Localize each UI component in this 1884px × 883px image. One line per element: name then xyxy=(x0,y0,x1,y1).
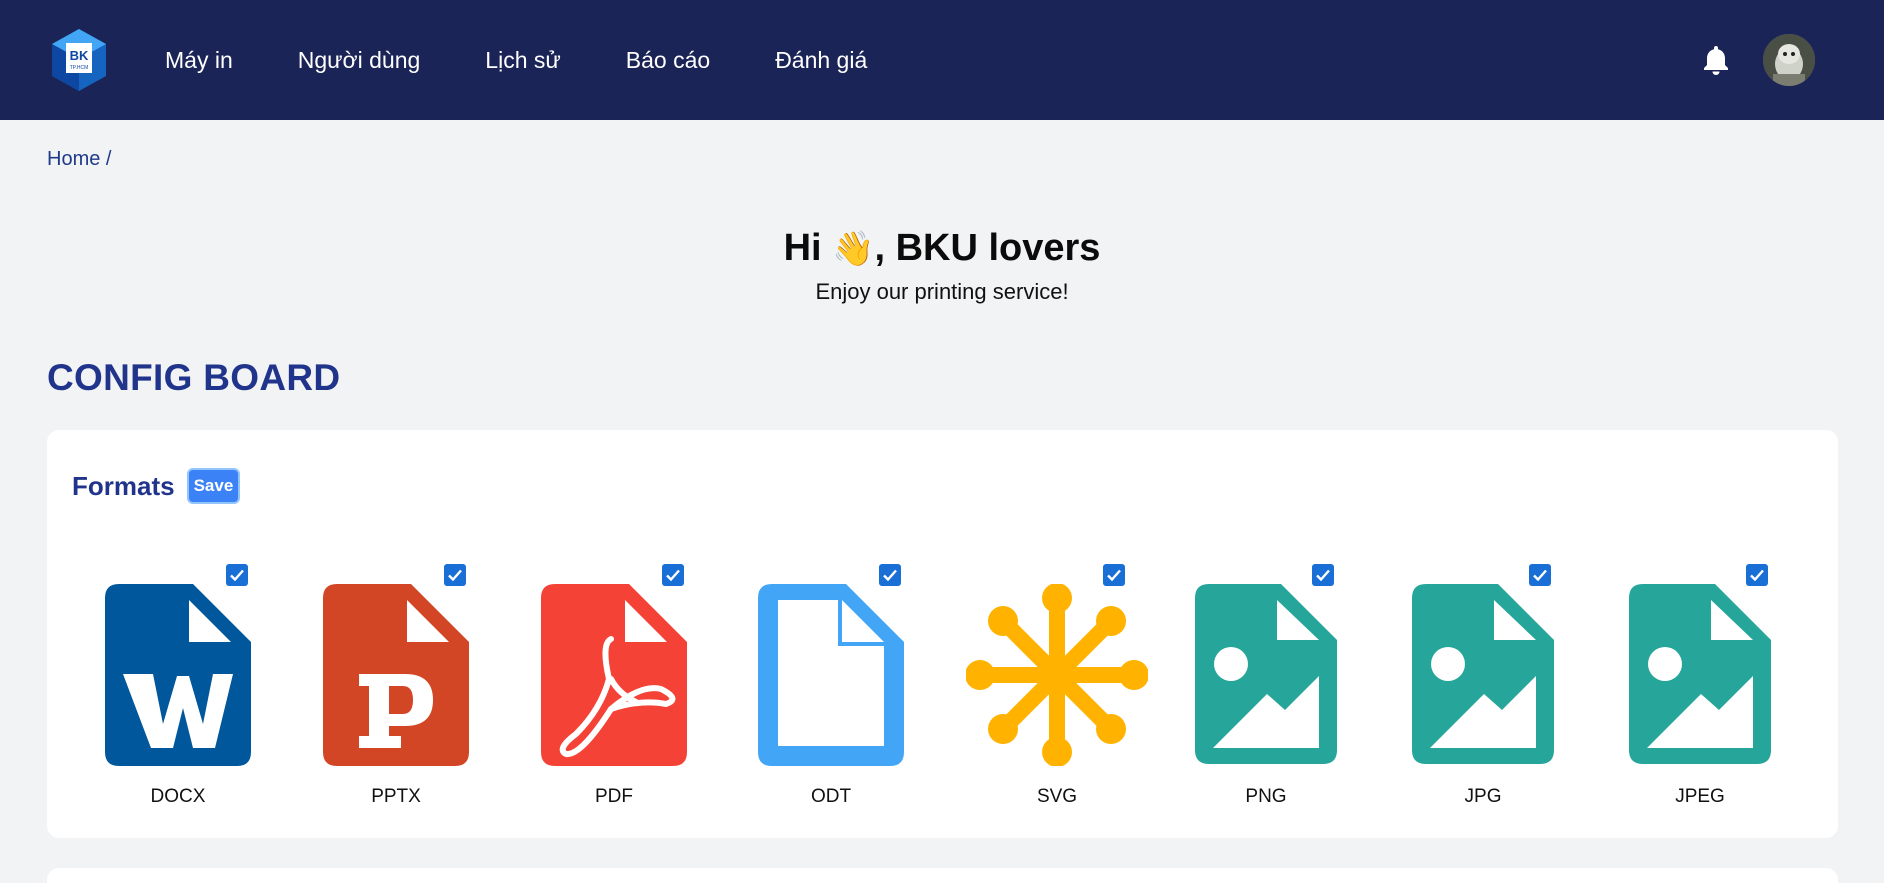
formats-grid: DOCX PPTX PDF ODT SVG PNG JPG JPEG xyxy=(105,564,1845,814)
formats-title: Formats xyxy=(72,470,175,501)
image-file-icon xyxy=(1629,584,1771,764)
format-item-pptx[interactable]: PPTX xyxy=(323,564,513,814)
formats-card: Formats Save DOCX PPTX PDF ODT SVG PNG J… xyxy=(47,430,1838,838)
format-label: SVG xyxy=(1036,786,1078,807)
check-icon xyxy=(1107,569,1121,582)
jpeg-checkbox[interactable] xyxy=(1746,564,1768,586)
nav-item-printers[interactable]: Máy in xyxy=(165,47,233,74)
breadcrumb: Home / xyxy=(47,148,111,171)
check-icon xyxy=(883,569,897,582)
user-avatar[interactable] xyxy=(1763,34,1815,86)
format-label: ODT xyxy=(810,786,852,807)
main-nav: Máy in Người dùng Lịch sử Báo cáo Đánh g… xyxy=(165,0,932,120)
nav-item-history[interactable]: Lịch sử xyxy=(485,47,560,74)
top-navbar: BK TP.HCM Máy in Người dùng Lịch sử Báo … xyxy=(0,0,1884,120)
docx-checkbox[interactable] xyxy=(226,564,248,586)
format-item-docx[interactable]: DOCX xyxy=(105,564,295,814)
nav-item-users[interactable]: Người dùng xyxy=(298,47,421,74)
breadcrumb-separator: / xyxy=(105,148,112,170)
format-label: PDF xyxy=(595,786,633,807)
logo-text: BK xyxy=(70,48,89,63)
format-item-pdf[interactable]: PDF xyxy=(541,564,731,814)
nav-item-reviews[interactable]: Đánh giá xyxy=(775,47,867,74)
pdf-file-icon xyxy=(541,584,687,766)
pptx-checkbox[interactable] xyxy=(444,564,466,586)
image-file-icon xyxy=(1195,584,1337,764)
greeting-subtitle: Enjoy our printing service! xyxy=(815,279,1069,304)
check-icon xyxy=(448,569,462,582)
format-label: DOCX xyxy=(150,786,206,807)
format-item-png[interactable]: PNG xyxy=(1195,564,1385,814)
pdf-checkbox[interactable] xyxy=(662,564,684,586)
format-item-odt[interactable]: ODT xyxy=(758,564,948,814)
document-file-icon xyxy=(758,584,904,766)
png-checkbox[interactable] xyxy=(1312,564,1334,586)
check-icon xyxy=(1533,569,1547,582)
breadcrumb-home[interactable]: Home xyxy=(47,148,100,170)
page-title: CONFIG BOARD xyxy=(47,357,341,398)
odt-checkbox[interactable] xyxy=(879,564,901,586)
word-file-icon xyxy=(105,584,251,766)
next-config-card xyxy=(47,868,1838,883)
format-item-jpeg[interactable]: JPEG xyxy=(1629,564,1819,814)
greeting-title-prefix: Hi xyxy=(783,227,822,269)
waving-hand-icon: 👋 xyxy=(832,229,875,269)
avatar-image-icon xyxy=(1763,34,1815,86)
format-label: JPEG xyxy=(1675,786,1725,807)
greeting-title: Hi 👋, BKU lovers xyxy=(0,222,1884,275)
formats-card-header: Formats Save xyxy=(72,468,241,504)
format-label: PNG xyxy=(1245,786,1287,807)
powerpoint-file-icon xyxy=(323,584,469,766)
format-label: JPG xyxy=(1464,786,1502,807)
greeting-title-suffix: , BKU lovers xyxy=(874,227,1101,269)
save-button[interactable]: Save xyxy=(186,468,241,504)
bell-icon[interactable] xyxy=(1702,44,1730,76)
format-item-svg[interactable]: SVG xyxy=(966,564,1161,814)
format-item-jpg[interactable]: JPG xyxy=(1412,564,1602,814)
svg-text:TP.HCM: TP.HCM xyxy=(70,65,89,71)
image-file-icon xyxy=(1412,584,1554,764)
bk-logo-icon[interactable]: BK TP.HCM xyxy=(46,27,112,93)
nav-item-reports[interactable]: Báo cáo xyxy=(626,47,710,74)
jpg-checkbox[interactable] xyxy=(1529,564,1551,586)
check-icon xyxy=(666,569,680,582)
check-icon xyxy=(1750,569,1764,582)
check-icon xyxy=(230,569,244,582)
format-label: PPTX xyxy=(371,786,421,807)
svg-asterisk-icon xyxy=(966,584,1148,766)
svg-checkbox[interactable] xyxy=(1103,564,1125,586)
greeting: Hi 👋, BKU lovers Enjoy our printing serv… xyxy=(0,222,1884,305)
check-icon xyxy=(1316,569,1330,582)
